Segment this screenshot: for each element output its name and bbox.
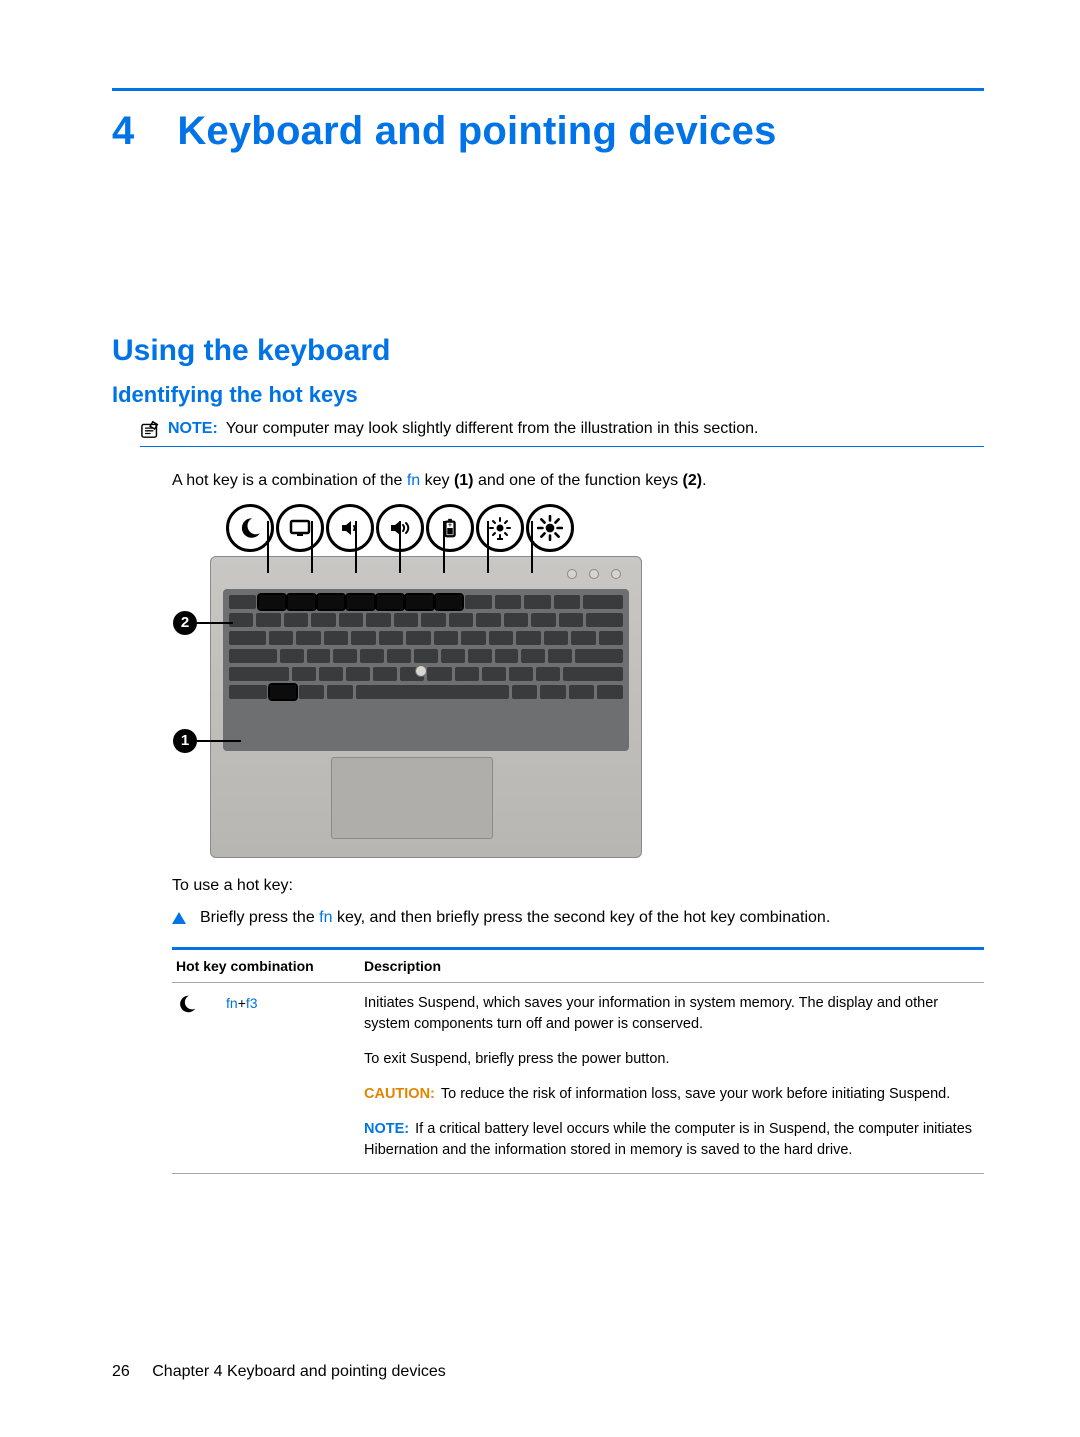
section-heading: Using the keyboard bbox=[112, 334, 984, 368]
display-icon bbox=[276, 504, 324, 552]
triangle-bullet-icon bbox=[172, 912, 186, 924]
hotkey-table: Hot key combination Description fn+f3 In… bbox=[172, 947, 984, 1174]
note-label: NOTE: bbox=[168, 420, 218, 437]
page-footer: 26 Chapter 4 Keyboard and pointing devic… bbox=[112, 1363, 446, 1381]
desc-note: NOTE:If a critical battery level occurs … bbox=[364, 1119, 984, 1161]
desc-p2: To exit Suspend, briefly press the power… bbox=[364, 1049, 984, 1070]
brightness-up-icon bbox=[526, 504, 574, 552]
hotkey-combo: fn+f3 bbox=[226, 993, 258, 1013]
note-text: Your computer may look slightly differen… bbox=[226, 420, 759, 437]
callout-2: 2 bbox=[173, 611, 197, 635]
svg-text:+: + bbox=[448, 522, 452, 529]
table-row: fn+f3 Initiates Suspend, which saves you… bbox=[172, 983, 984, 1174]
step-text: Briefly press the fn key, and then brief… bbox=[200, 909, 830, 927]
keyboard-illustration: + bbox=[172, 504, 642, 858]
header-combo: Hot key combination bbox=[176, 958, 346, 974]
desc-caution: CAUTION:To reduce the risk of informatio… bbox=[364, 1084, 984, 1105]
pointing-stick bbox=[415, 665, 427, 677]
chapter-title: Keyboard and pointing devices bbox=[177, 109, 776, 153]
top-rule bbox=[112, 88, 984, 91]
step-item: Briefly press the fn key, and then brief… bbox=[172, 909, 984, 927]
to-use-text: To use a hot key: bbox=[172, 874, 984, 897]
brightness-down-icon bbox=[476, 504, 524, 552]
note-label: NOTE: bbox=[364, 1121, 409, 1137]
callout-1: 1 bbox=[173, 729, 197, 753]
intro-paragraph: A hot key is a combination of the fn key… bbox=[172, 469, 984, 492]
moon-icon bbox=[176, 993, 198, 1019]
touchpad bbox=[331, 757, 493, 839]
fn-key-text: fn bbox=[407, 472, 420, 489]
subsection-heading: Identifying the hot keys bbox=[112, 382, 984, 408]
note-block: NOTE: Your computer may look slightly dif… bbox=[140, 418, 984, 447]
table-header: Hot key combination Description bbox=[172, 950, 984, 983]
caution-label: CAUTION: bbox=[364, 1086, 435, 1102]
hotkey-description: Initiates Suspend, which saves your info… bbox=[364, 993, 984, 1161]
footer-chapter: Chapter 4 Keyboard and pointing devices bbox=[152, 1363, 446, 1380]
header-desc: Description bbox=[364, 958, 441, 974]
chapter-number: 4 bbox=[112, 109, 166, 154]
chapter-heading: 4 Keyboard and pointing devices bbox=[112, 109, 984, 154]
page-number: 26 bbox=[112, 1363, 130, 1380]
note-icon bbox=[140, 419, 162, 439]
volume-down-icon bbox=[326, 504, 374, 552]
desc-p1: Initiates Suspend, which saves your info… bbox=[364, 993, 984, 1035]
note-text-wrap: NOTE: Your computer may look slightly dif… bbox=[168, 418, 758, 440]
battery-icon: + bbox=[426, 504, 474, 552]
